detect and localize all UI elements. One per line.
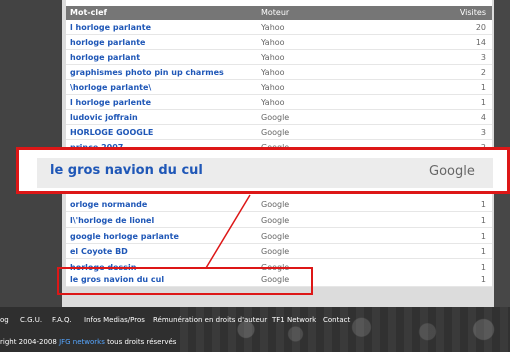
engine-cell: Google [261, 247, 290, 256]
engine-cell: Yahoo [261, 83, 285, 92]
keyword-link[interactable]: graphismes photo pin up charmes [70, 65, 224, 80]
keyword-header: Mot-clef [70, 8, 107, 17]
engine-cell: Google [261, 216, 290, 225]
table-row[interactable]: l horloge parlente Yahoo 1 [66, 95, 492, 110]
keyword-link[interactable]: horloge parlant [70, 50, 140, 65]
table-row[interactable]: \horloge parlante\ Yahoo 1 [66, 80, 492, 95]
table-row[interactable]: orloge normande Google 1 [66, 197, 492, 212]
footer-nav: og C.G.U. F.A.Q. Infos Medias/Pros Rémun… [0, 315, 510, 327]
engine-cell: Yahoo [261, 53, 285, 62]
engine-cell: Google [261, 113, 290, 122]
table-row[interactable]: horloge parlante Yahoo 14 [66, 35, 492, 50]
footer-link-faq[interactable]: F.A.Q. [52, 315, 72, 325]
zoomed-row: le gros navion du cul Google [37, 158, 493, 188]
keyword-link[interactable]: el Coyote BD [70, 244, 128, 259]
visits-cell: 3 [480, 128, 486, 137]
engine-cell: Yahoo [261, 98, 285, 107]
table-row[interactable]: graphismes photo pin up charmes Yahoo 2 [66, 65, 492, 80]
visits-cell: 1 [480, 200, 486, 209]
table-row[interactable]: google horloge parlante Google 1 [66, 229, 492, 244]
visits-cell: 1 [480, 83, 486, 92]
visits-cell: 3 [480, 53, 486, 62]
visits-cell: 1 [480, 232, 486, 241]
keyword-link[interactable]: google horloge parlante [70, 229, 179, 244]
visits-cell: 1 [480, 98, 486, 107]
table-row[interactable]: l\'horloge de lionel Google 1 [66, 213, 492, 228]
copyright-prefix: right 2004-2008 [0, 338, 60, 346]
brand-link[interactable]: JFG networks [59, 338, 105, 346]
keyword-link[interactable]: l\'horloge de lionel [70, 213, 154, 228]
footer-link-remuneration[interactable]: Rémunération en droits d'auteur [153, 315, 267, 325]
engine-cell: Yahoo [261, 23, 285, 32]
engine-cell: Google [261, 200, 290, 209]
table-row[interactable]: horloge parlant Yahoo 3 [66, 50, 492, 65]
footer-link-medias[interactable]: Infos Medias/Pros [84, 315, 145, 325]
table-row[interactable]: l horloge parlante Yahoo 20 [66, 20, 492, 35]
visits-cell: 4 [480, 113, 486, 122]
table-row[interactable]: HORLOGE GOOGLE Google 3 [66, 125, 492, 140]
table-row[interactable]: ludovic joffrain Google 4 [66, 110, 492, 125]
visits-cell: 1 [480, 216, 486, 225]
visits-cell: 1 [480, 275, 486, 284]
keyword-link[interactable]: \horloge parlante\ [70, 80, 151, 95]
zoomed-callout: le gros navion du cul Google [16, 147, 510, 194]
keyword-link[interactable]: ludovic joffrain [70, 110, 138, 125]
zoomed-engine: Google [429, 164, 475, 179]
table-row[interactable]: el Coyote BD Google 1 [66, 244, 492, 259]
engine-header: Moteur [261, 8, 290, 17]
footer-link-blog[interactable]: og [0, 315, 9, 325]
engine-cell: Google [261, 232, 290, 241]
keyword-link[interactable]: horloge parlante [70, 35, 145, 50]
visits-cell: 14 [475, 38, 486, 47]
visits-cell: 2 [480, 68, 486, 77]
keyword-link[interactable]: HORLOGE GOOGLE [70, 125, 153, 140]
engine-cell: Yahoo [261, 68, 285, 77]
keyword-link[interactable]: le gros navion du cul [70, 272, 164, 287]
engine-cell: Yahoo [261, 38, 285, 47]
footer-link-tf1-network[interactable]: TF1 Network [272, 315, 316, 325]
engine-cell: Google [261, 128, 290, 137]
visits-header: Visites [459, 8, 486, 17]
visits-cell: 20 [475, 23, 486, 32]
engine-cell: Google [261, 275, 290, 284]
table-row-highlighted[interactable]: le gros navion du cul Google 1 [66, 272, 492, 287]
zoomed-keyword: le gros navion du cul [50, 163, 203, 178]
table-header: Mot-clef Moteur Visites [66, 6, 492, 20]
keyword-link[interactable]: l horloge parlante [70, 20, 151, 35]
footer-decoration [180, 307, 510, 352]
keyword-link[interactable]: orloge normande [70, 197, 147, 212]
copyright: right 2004-2008 JFG networks tous droits… [0, 337, 176, 347]
keyword-link[interactable]: l horloge parlente [70, 95, 151, 110]
visits-cell: 1 [480, 247, 486, 256]
copyright-suffix: tous droits réservés [104, 338, 177, 346]
site-footer: og C.G.U. F.A.Q. Infos Medias/Pros Rémun… [0, 307, 510, 352]
footer-link-contact[interactable]: Contact [323, 315, 350, 325]
footer-link-cgu[interactable]: C.G.U. [20, 315, 42, 325]
